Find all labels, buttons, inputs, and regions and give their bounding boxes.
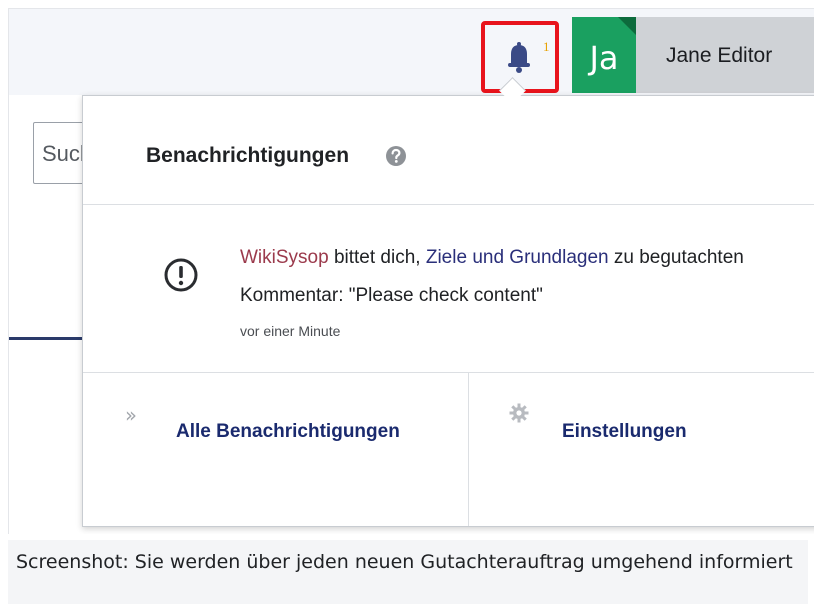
settings-link[interactable]: Einstellungen [562,411,687,453]
top-bar: 1 Ja Jane Editor [9,9,814,95]
notification-message: WikiSysop bittet dich, Ziele und Grundla… [240,247,744,269]
notification-count: 1 [543,39,550,54]
avatar-initials: Ja [589,39,619,77]
screenshot-frame: 1 Ja Jane Editor Suche Benachrichtigunge… [8,8,814,534]
caption: Screenshot: Sie werden über jeden neuen … [8,540,808,604]
user-name: Jane Editor [666,44,773,67]
user-avatar[interactable]: Ja [572,17,636,93]
notification-item[interactable]: WikiSysop bittet dich, Ziele und Grundla… [83,205,814,373]
notification-actor-link[interactable]: WikiSysop [240,247,329,268]
notification-text-before: bittet dich, [328,247,426,268]
all-notifications-link[interactable]: Alle Benachrichtigungen [176,411,446,453]
notification-time: vor einer Minute [240,323,341,339]
user-menu-button[interactable]: Jane Editor [636,17,814,93]
double-chevron-icon: ›› [125,403,137,427]
gear-icon [509,403,529,423]
popup-title: Benachrichtigungen [146,144,350,167]
settings-button[interactable]: Einstellungen [469,373,814,526]
notification-comment: Kommentar: "Please check content" [240,285,543,306]
caption-text: Screenshot: Sie werden über jeden neuen … [16,551,793,573]
content-divider [9,337,89,340]
all-notifications-button[interactable]: ›› Alle Benachrichtigungen [83,373,469,526]
alert-icon [164,258,198,292]
notification-target-link[interactable]: Ziele und Grundlagen [426,247,609,268]
help-icon[interactable] [385,145,407,167]
notification-text-after: zu begutachten [608,247,744,268]
popup-header: Benachrichtigungen [83,96,814,205]
notifications-button[interactable]: 1 [481,21,559,93]
bell-icon [508,42,530,73]
notifications-popup: Benachrichtigungen WikiSysop bittet dich… [82,95,814,527]
